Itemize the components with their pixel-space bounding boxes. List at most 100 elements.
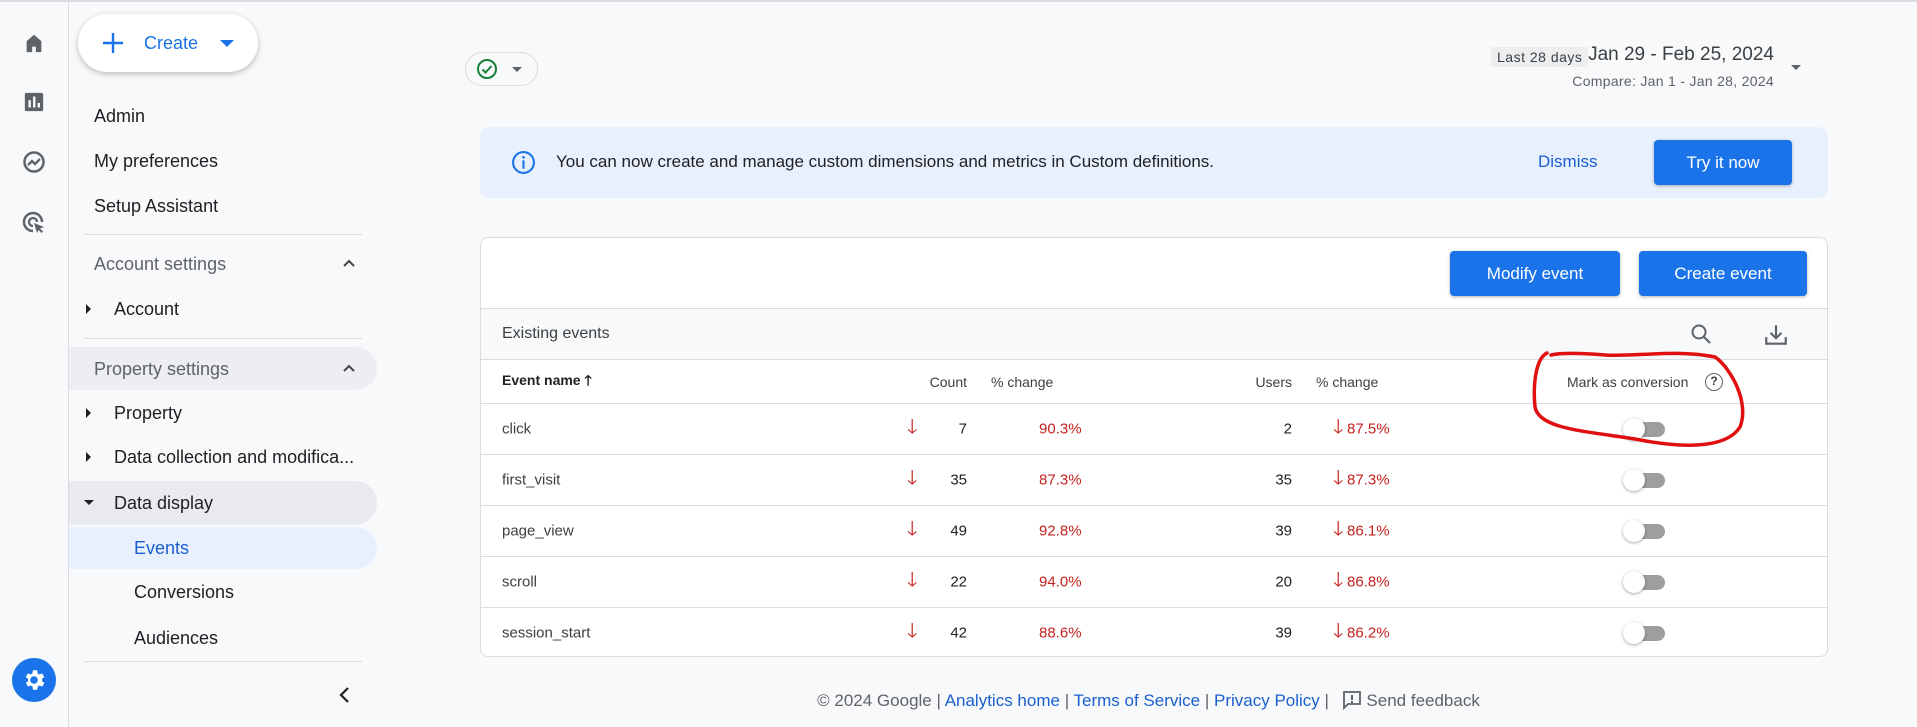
table-row: first_visit 35 🡓 87.3% 35 🡓 87.3%	[481, 454, 1827, 505]
date-dropdown-caret-icon[interactable]	[1791, 65, 1801, 70]
status-filter-chip[interactable]	[465, 52, 538, 86]
event-users: 39	[1275, 624, 1292, 642]
date-range[interactable]: Jan 29 - Feb 25, 2024	[1588, 44, 1774, 66]
sidebar-item-setup-assistant[interactable]: Setup Assistant	[94, 196, 218, 217]
divider	[84, 338, 362, 339]
event-users: 35	[1275, 471, 1292, 489]
header-users-change[interactable]: % change	[1316, 374, 1378, 390]
property-settings-label: Property settings	[94, 359, 230, 379]
users-change: 86.1%	[1347, 522, 1390, 540]
info-icon	[512, 151, 535, 174]
data-collection-label: Data collection and modifica...	[114, 447, 355, 467]
compare-range: Compare: Jan 1 - Jan 28, 2024	[1572, 73, 1774, 89]
explore-icon[interactable]	[20, 148, 48, 176]
try-it-now-button[interactable]: Try it now	[1654, 140, 1792, 185]
sidebar-item-my-preferences[interactable]: My preferences	[94, 151, 218, 172]
create-button[interactable]: Create	[78, 14, 258, 72]
count-change: 90.3%	[1039, 420, 1082, 438]
users-change: 86.8%	[1347, 573, 1390, 591]
header-count[interactable]: Count	[930, 374, 967, 390]
table-title: Existing events	[502, 325, 610, 342]
advertising-icon[interactable]	[20, 209, 48, 237]
modify-event-button[interactable]: Modify event	[1450, 251, 1620, 296]
sidebar-item-data-collection[interactable]: Data collection and modifica...	[84, 437, 374, 477]
caret-down-icon	[84, 500, 94, 505]
table-row: scroll 22 🡓 94.0% 20 🡓 86.8%	[481, 556, 1827, 607]
search-icon[interactable]	[1689, 322, 1713, 346]
event-users: 39	[1275, 522, 1292, 540]
caret-right-icon	[86, 304, 91, 314]
event-name: page_view	[502, 522, 574, 540]
arrow-down-icon: 🡓	[1333, 620, 1344, 642]
property-settings-header[interactable]: Property settings	[69, 347, 377, 390]
mark-as-conversion-toggle[interactable]	[1623, 520, 1667, 542]
sidebar-item-data-display[interactable]: Data display	[69, 481, 377, 525]
header-users[interactable]: Users	[1255, 374, 1292, 390]
count-change: 92.8%	[1039, 522, 1082, 540]
sidebar-item-property[interactable]: Property	[84, 393, 374, 433]
footer: © 2024 Google | Analytics home | Terms o…	[817, 691, 1480, 711]
send-feedback-button[interactable]: Send feedback	[1342, 691, 1480, 711]
header-event-name[interactable]: Event name 🡑	[502, 370, 592, 394]
date-preset-badge: Last 28 days	[1491, 47, 1589, 67]
sidebar-item-audiences[interactable]: Audiences	[134, 628, 218, 649]
property-label: Property	[114, 403, 183, 423]
home-icon[interactable]	[20, 29, 48, 57]
plus-icon	[103, 33, 123, 53]
arrow-down-icon: 🡓	[1333, 416, 1344, 438]
sidebar-item-admin[interactable]: Admin	[94, 106, 145, 127]
sort-arrow-up-icon: 🡑	[584, 371, 592, 388]
analytics-home-link[interactable]: Analytics home	[945, 691, 1060, 710]
arrow-down-icon: 🡓	[907, 467, 918, 489]
event-count: 42	[950, 624, 967, 642]
create-event-button[interactable]: Create event	[1639, 251, 1807, 296]
send-feedback-label: Send feedback	[1366, 691, 1480, 710]
left-rail	[0, 2, 69, 727]
arrow-down-icon: 🡓	[1333, 467, 1344, 489]
event-count: 49	[950, 522, 967, 540]
mark-as-conversion-toggle[interactable]	[1623, 469, 1667, 491]
chevron-up-icon	[343, 364, 355, 372]
header-event-name-label: Event name	[502, 371, 581, 388]
check-circle-icon	[477, 59, 497, 79]
users-change: 87.5%	[1347, 420, 1390, 438]
dismiss-button[interactable]: Dismiss	[1538, 152, 1598, 172]
event-users: 2	[1283, 420, 1292, 438]
events-label: Events	[134, 538, 190, 558]
mark-as-conversion-toggle[interactable]	[1623, 571, 1667, 593]
arrow-down-icon: 🡓	[907, 569, 918, 591]
arrow-down-icon: 🡓	[907, 518, 918, 540]
terms-link[interactable]: Terms of Service	[1074, 691, 1201, 710]
annotation-circle	[1532, 351, 1745, 447]
account-settings-header[interactable]: Account settings	[84, 244, 362, 284]
event-name: session_start	[502, 624, 591, 642]
sidebar-item-account[interactable]: Account	[84, 289, 362, 329]
users-change: 86.2%	[1347, 624, 1390, 642]
reports-icon[interactable]	[20, 88, 48, 116]
info-banner: You can now create and manage custom dim…	[480, 127, 1828, 198]
event-count: 22	[950, 573, 967, 591]
create-label: Create	[144, 32, 199, 53]
download-icon[interactable]	[1763, 322, 1789, 348]
event-name: scroll	[502, 573, 538, 591]
event-name: click	[502, 420, 532, 438]
copyright: © 2024 Google	[817, 691, 932, 710]
divider	[84, 234, 362, 235]
arrow-down-icon: 🡓	[907, 416, 918, 438]
caret-right-icon	[86, 452, 91, 462]
caret-down-icon	[512, 66, 522, 72]
count-change: 87.3%	[1039, 471, 1082, 489]
count-change: 94.0%	[1039, 573, 1082, 591]
banner-text: You can now create and manage custom dim…	[556, 152, 1215, 171]
privacy-link[interactable]: Privacy Policy	[1214, 691, 1320, 710]
sidebar-item-conversions[interactable]: Conversions	[134, 582, 234, 603]
caret-down-icon	[220, 39, 235, 47]
arrow-down-icon: 🡓	[1333, 518, 1344, 540]
mark-as-conversion-toggle[interactable]	[1623, 622, 1667, 644]
table-row: page_view 49 🡓 92.8% 39 🡓 86.1%	[481, 505, 1827, 556]
arrow-down-icon: 🡓	[907, 620, 918, 642]
data-display-label: Data display	[114, 493, 214, 513]
sidebar-item-events[interactable]: Events	[69, 527, 377, 569]
header-count-change[interactable]: % change	[991, 374, 1053, 390]
event-count: 7	[958, 420, 967, 438]
